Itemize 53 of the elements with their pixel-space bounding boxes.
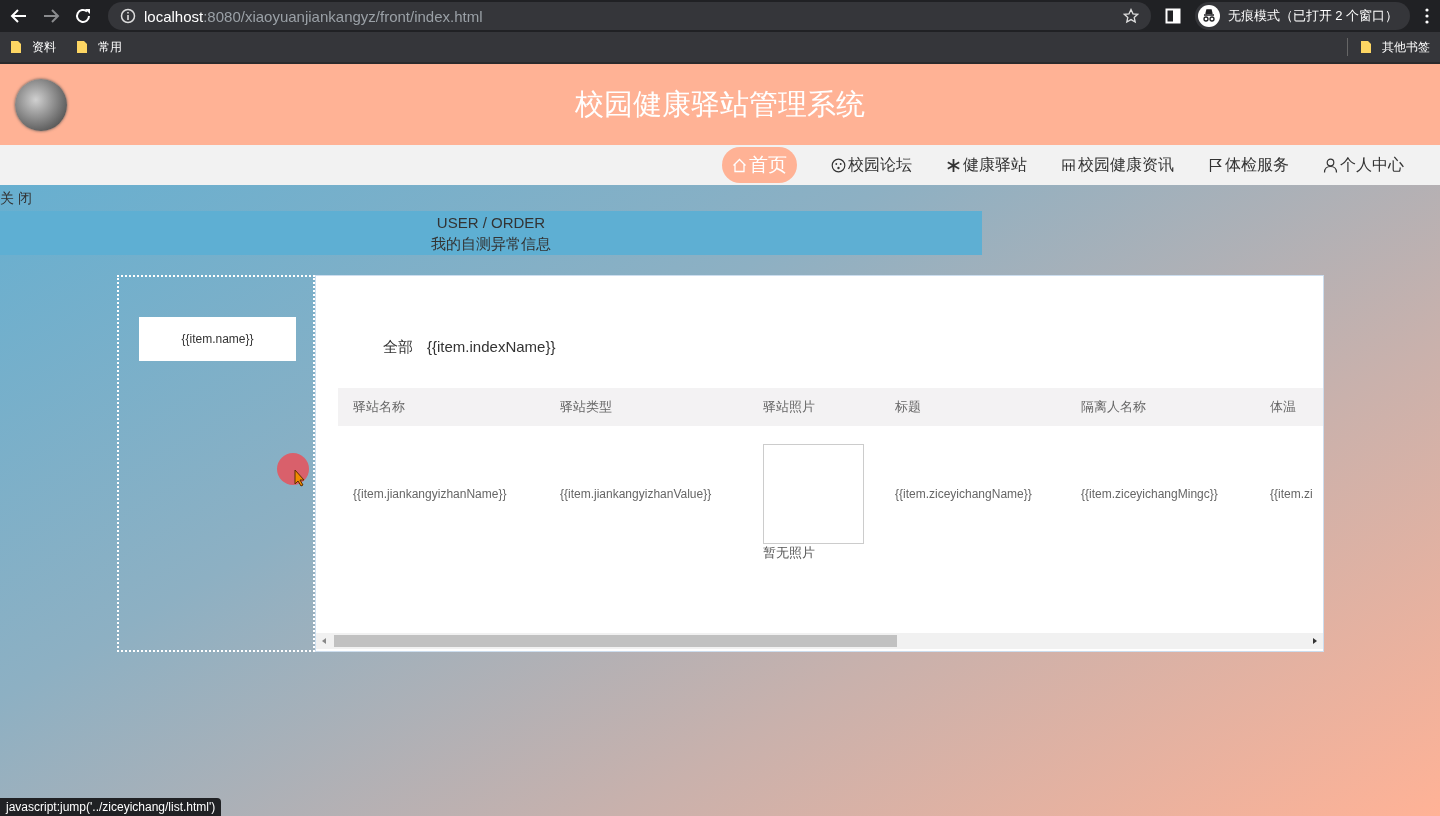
banner-subtitle: USER / ORDER bbox=[436, 213, 546, 233]
nav-item[interactable]: 校园健康资讯 bbox=[1061, 149, 1174, 181]
column-header: 驿站类型 bbox=[559, 398, 613, 416]
folder-icon bbox=[76, 40, 88, 54]
house-icon bbox=[732, 157, 747, 173]
address-bar[interactable]: localhost:8080/xiaoyuanjiankangyz/front/index.html bbox=[108, 2, 1151, 30]
incognito-icon bbox=[1197, 5, 1220, 27]
back-icon[interactable] bbox=[10, 7, 28, 25]
nav-item[interactable]: 健康驿站 bbox=[946, 149, 1027, 181]
nav-item[interactable]: 个人中心 bbox=[1323, 149, 1404, 181]
table-cell: {{item.zi bbox=[1270, 487, 1313, 501]
column-header: 驿站照片 bbox=[762, 398, 816, 416]
column-header: 标题 bbox=[894, 398, 922, 416]
snowflake-icon bbox=[946, 157, 961, 173]
column-header: 体温 bbox=[1269, 398, 1297, 416]
smiley-icon bbox=[831, 157, 846, 173]
column-header: 驿站名称 bbox=[352, 398, 406, 416]
info-icon[interactable] bbox=[120, 8, 136, 24]
table-cell: {{item.ziceyichangName}} bbox=[895, 487, 1032, 501]
person-icon bbox=[1323, 157, 1338, 173]
flag-icon bbox=[1208, 157, 1223, 173]
menu-icon[interactable] bbox=[1424, 8, 1430, 24]
bookmark[interactable]: 资料 bbox=[10, 38, 56, 56]
filter-tab[interactable]: 全部 bbox=[383, 338, 413, 388]
reload-icon[interactable] bbox=[74, 7, 92, 25]
side-panel-icon[interactable] bbox=[1164, 8, 1181, 24]
other-bookmarks[interactable]: 其他书签 bbox=[1360, 38, 1430, 56]
table-cell: {{item.jiankangyizhanValue}} bbox=[560, 487, 712, 501]
horizontal-scrollbar[interactable] bbox=[316, 633, 1323, 649]
scroll-right-icon[interactable] bbox=[1311, 637, 1319, 645]
banner-title: 我的自测异常信息 bbox=[431, 234, 551, 254]
column-header: 隔离人名称 bbox=[1080, 398, 1147, 416]
grid-icon bbox=[1061, 157, 1076, 173]
sidebar-item[interactable]: {{item.name}} bbox=[139, 317, 296, 361]
logo-photo-placeholder bbox=[15, 78, 67, 131]
bookmark[interactable]: 常用 bbox=[76, 38, 122, 56]
table-cell: {{item.jiankangyizhanName}} bbox=[353, 487, 507, 501]
table-cell: {{item.ziceyichangMingc}} bbox=[1081, 487, 1218, 501]
nav-item[interactable]: 校园论坛 bbox=[831, 149, 912, 181]
folder-icon bbox=[1360, 40, 1372, 54]
incognito-badge[interactable]: 无痕模式（已打开 2 个窗口） bbox=[1194, 2, 1410, 30]
folder-icon bbox=[10, 40, 22, 54]
photo-caption: 暂无照片 bbox=[763, 544, 815, 562]
status-link-preview: javascript:jump('../ziceyichang/list.html') bbox=[0, 798, 222, 816]
url-host: localhost bbox=[144, 7, 204, 25]
url-path: :8080/xiaoyuanjiankangyz/front/index.html bbox=[203, 7, 483, 25]
incognito-label: 无痕模式（已打开 2 个窗口） bbox=[1227, 7, 1398, 25]
close-link[interactable]: 关 闭 bbox=[0, 190, 32, 208]
site-title: 校园健康驿站管理系统 bbox=[575, 86, 865, 122]
nav-item[interactable]: 体检服务 bbox=[1208, 149, 1289, 181]
scroll-left-icon[interactable] bbox=[320, 637, 328, 645]
filter-tab[interactable]: {{item.indexName}} bbox=[427, 338, 556, 388]
star-icon[interactable] bbox=[1122, 8, 1139, 24]
